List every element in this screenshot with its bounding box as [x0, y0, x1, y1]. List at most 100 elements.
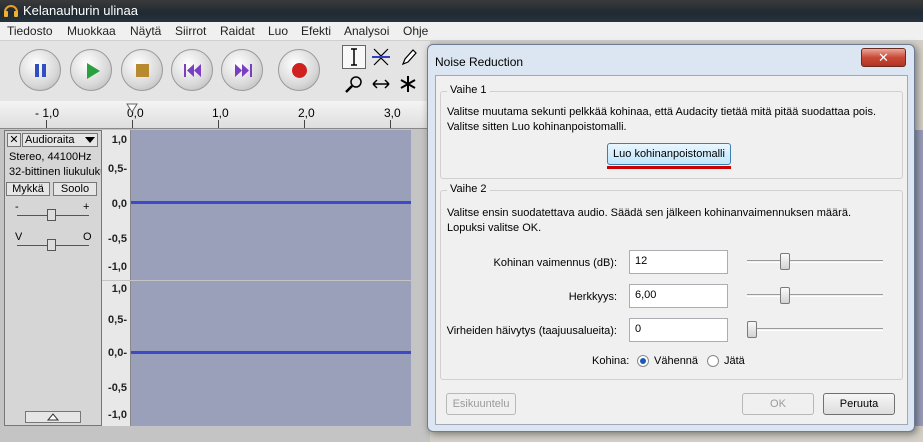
window-titlebar: Kelanauhurin ulinaa — [0, 0, 923, 22]
ok-button[interactable]: OK — [742, 393, 814, 415]
preview-button[interactable]: Esikuuntelu — [446, 393, 516, 415]
collapse-track-button[interactable] — [25, 411, 81, 423]
ruler-label: 1,0 — [212, 106, 229, 120]
pause-button[interactable] — [19, 49, 61, 91]
noise-label: Kohina: — [592, 355, 630, 367]
stop-button[interactable] — [121, 49, 163, 91]
waveform-channel-1[interactable] — [131, 130, 411, 280]
stop-icon — [136, 64, 149, 77]
sensitivity-label: Herkkyys: — [568, 291, 617, 303]
radio-keep-label[interactable]: Jätä — [724, 355, 745, 367]
track-name: Audioraita — [25, 134, 75, 146]
ruler-label: - 1,0 — [35, 106, 60, 120]
track-close-button[interactable]: ✕ — [7, 133, 21, 147]
waveform-channel-2[interactable] — [131, 281, 411, 426]
pan-left-label: V — [15, 231, 23, 243]
timeshift-tool[interactable] — [369, 72, 393, 96]
step2-instructions-line2: Lopuksi valitse OK. — [447, 222, 542, 234]
vruler-label: 1,0 — [111, 134, 127, 146]
vruler-label: -1,0 — [108, 261, 127, 273]
sensitivity-slider[interactable] — [747, 284, 883, 308]
vruler-label: 0,5- — [108, 163, 127, 175]
menu-muokkaa[interactable]: Muokkaa — [67, 24, 116, 38]
highlight-underline — [607, 166, 731, 169]
track-bitdepth: 32-bittinen liukuluku — [9, 166, 101, 178]
timeshift-tool-icon — [372, 79, 390, 89]
noise-reduction-db-slider[interactable] — [747, 250, 883, 274]
gain-minus-label: - — [15, 201, 19, 213]
ruler-label: 3,0 — [384, 106, 401, 120]
noise-reduction-dialog: Noise Reduction ✕ Vaihe 1 Valitse muutam… — [427, 44, 915, 432]
timeline-ruler[interactable]: - 1,0 0,0 1,0 2,0 3,0 — [0, 101, 430, 129]
record-button[interactable] — [278, 49, 320, 91]
skip-end-button[interactable] — [221, 49, 263, 91]
step1-instructions-line2: Valitse sitten Luo kohinanpoistomalli. — [447, 121, 627, 133]
vruler-label: 0,0 — [111, 198, 127, 210]
audacity-icon — [4, 5, 18, 17]
step2-group: Vaihe 2 Valitse ensin suodatettava audio… — [440, 183, 903, 380]
menu-analysoi[interactable]: Analysoi — [344, 24, 389, 38]
mute-button[interactable]: Mykkä — [6, 182, 50, 196]
close-icon: ✕ — [878, 50, 889, 65]
envelope-tool-icon — [372, 48, 390, 66]
radio-keep[interactable] — [707, 355, 719, 367]
vruler-label: 1,0 — [111, 283, 127, 295]
envelope-tool[interactable] — [369, 45, 393, 69]
menu-siirrot[interactable]: Siirrot — [175, 24, 206, 38]
menu-nayta[interactable]: Näytä — [130, 24, 161, 38]
frequency-smoothing-field[interactable]: 0 — [629, 318, 728, 342]
slider-thumb[interactable] — [779, 287, 790, 304]
frequency-smoothing-slider[interactable] — [747, 318, 883, 342]
toolbar — [0, 41, 430, 101]
radio-reduce[interactable] — [637, 355, 649, 367]
dialog-close-button[interactable]: ✕ — [861, 48, 906, 67]
skip-start-icon — [184, 64, 201, 77]
pan-right-label: O — [83, 231, 92, 243]
menu-luo[interactable]: Luo — [268, 24, 288, 38]
selection-tool[interactable] — [342, 45, 366, 69]
skip-end-icon — [235, 64, 252, 77]
pause-icon — [35, 64, 46, 77]
vertical-ruler-ch2: 1,0 0,5- 0,0- -0,5 -1,0 — [102, 281, 131, 426]
get-noise-profile-button[interactable]: Luo kohinanpoistomalli — [607, 143, 731, 165]
step1-instructions-line1: Valitse muutama sekunti pelkkää kohinaa,… — [447, 106, 877, 118]
track-format: Stereo, 44100Hz — [9, 151, 92, 163]
sensitivity-field[interactable]: 6,00 — [629, 284, 728, 308]
cancel-button[interactable]: Peruuta — [823, 393, 895, 415]
play-button[interactable] — [70, 49, 112, 91]
track-menu-button[interactable]: Audioraita — [22, 133, 98, 147]
menu-raidat[interactable]: Raidat — [220, 24, 255, 38]
record-icon — [292, 63, 307, 78]
chevron-up-icon — [46, 413, 60, 421]
multi-tool[interactable] — [396, 72, 420, 96]
vruler-label: 0,5- — [108, 314, 127, 326]
vruler-label: -0,5 — [108, 233, 127, 245]
menu-tiedosto[interactable]: Tiedosto — [7, 24, 53, 38]
play-icon — [87, 63, 100, 79]
pencil-tool[interactable] — [396, 45, 420, 69]
noise-reduction-db-field[interactable]: 12 — [629, 250, 728, 274]
slider-thumb[interactable] — [779, 253, 790, 270]
gain-plus-label: + — [83, 201, 90, 213]
menu-efekti[interactable]: Efekti — [301, 24, 331, 38]
multi-tool-icon — [400, 76, 416, 92]
vertical-ruler-ch1: 1,0 0,5- 0,0 -0,5 -1,0 — [102, 130, 131, 280]
vruler-label: -0,5 — [108, 382, 127, 394]
chevron-down-icon — [85, 137, 95, 143]
skip-start-button[interactable] — [171, 49, 213, 91]
noise-reduction-db-label: Kohinan vaimennus (dB): — [493, 257, 617, 269]
menu-ohje[interactable]: Ohje — [403, 24, 428, 38]
zoom-tool[interactable] — [342, 72, 366, 96]
solo-button[interactable]: Soolo — [53, 182, 97, 196]
frequency-smoothing-label: Virheiden häivytys (taajuusalueita): — [446, 325, 617, 337]
menu-bar: Tiedosto Muokkaa Näytä Siirrot Raidat Lu… — [0, 22, 923, 41]
radio-reduce-label[interactable]: Vähennä — [654, 355, 698, 367]
gain-slider[interactable] — [47, 209, 56, 221]
track-control-panel: ✕ Audioraita Stereo, 44100Hz 32-bittinen… — [4, 130, 102, 426]
pan-slider[interactable] — [47, 239, 56, 251]
zoom-tool-icon — [345, 76, 362, 93]
dialog-title: Noise Reduction — [435, 55, 524, 69]
dialog-client: Vaihe 1 Valitse muutama sekunti pelkkää … — [435, 75, 908, 425]
slider-thumb[interactable] — [747, 321, 757, 338]
step1-group: Vaihe 1 Valitse muutama sekunti pelkkää … — [440, 84, 903, 179]
